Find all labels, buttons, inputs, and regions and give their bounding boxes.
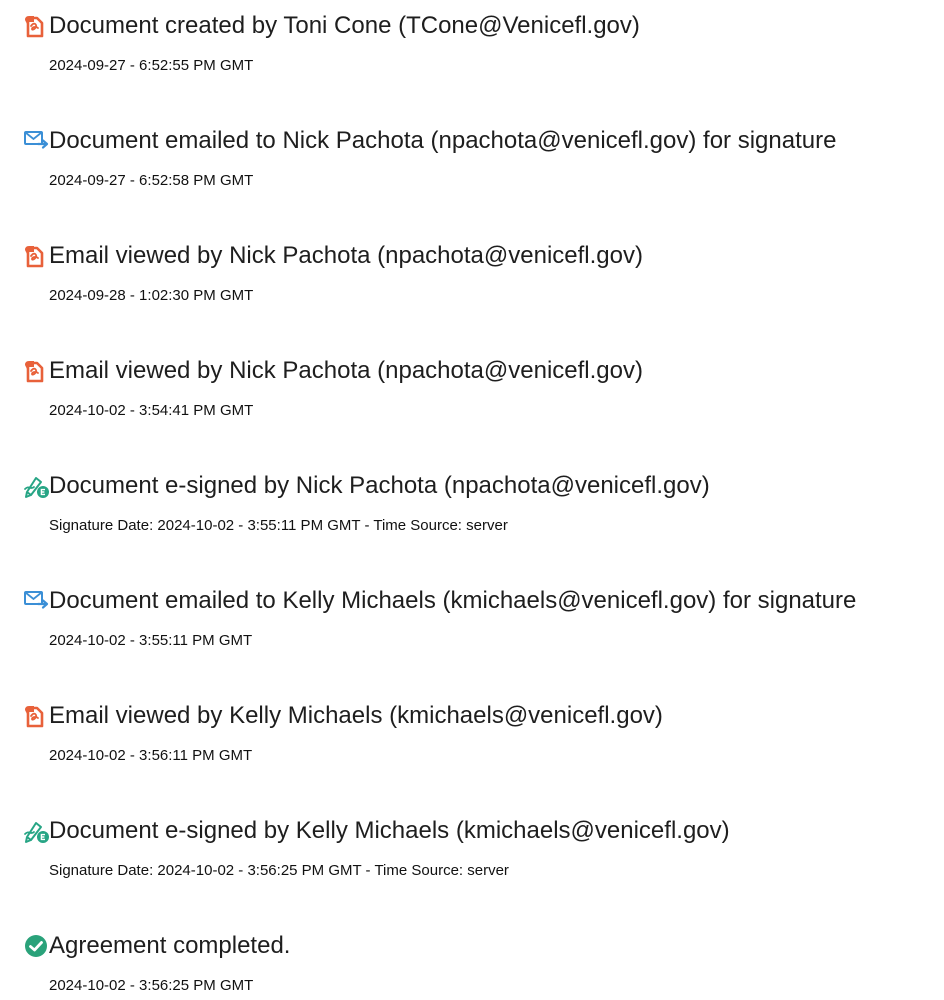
document-icon xyxy=(22,357,50,385)
history-event: Document emailed to Kelly Michaels (kmic… xyxy=(0,575,944,655)
event-title: Email viewed by Nick Pachota (npachota@v… xyxy=(49,242,643,269)
event-timestamp: Signature Date: 2024-10-02 - 3:55:11 PM … xyxy=(49,517,508,534)
history-event: Document e-signed by Nick Pachota (npach… xyxy=(0,460,944,540)
document-icon xyxy=(22,702,50,730)
event-title: Email viewed by Kelly Michaels (kmichael… xyxy=(49,702,663,729)
document-icon xyxy=(22,12,50,40)
sign-icon xyxy=(22,817,50,845)
history-event: Document e-signed by Kelly Michaels (kmi… xyxy=(0,805,944,885)
checkmark-icon xyxy=(22,932,50,960)
history-event: Document created by Toni Cone (TCone@Ven… xyxy=(0,0,944,80)
event-timestamp: 2024-09-27 - 6:52:58 PM GMT xyxy=(49,172,254,189)
event-title: Email viewed by Nick Pachota (npachota@v… xyxy=(49,357,643,384)
event-timestamp: 2024-09-28 - 1:02:30 PM GMT xyxy=(49,287,254,304)
history-event: Email viewed by Nick Pachota (npachota@v… xyxy=(0,345,944,425)
event-title: Agreement completed. xyxy=(49,932,291,959)
history-event: Document emailed to Nick Pachota (npacho… xyxy=(0,115,944,195)
history-event: Email viewed by Nick Pachota (npachota@v… xyxy=(0,230,944,310)
document-icon xyxy=(22,242,50,270)
email-icon xyxy=(22,127,50,155)
event-title: Document emailed to Nick Pachota (npacho… xyxy=(49,127,837,154)
history-event: Email viewed by Kelly Michaels (kmichael… xyxy=(0,690,944,770)
event-title: Document emailed to Kelly Michaels (kmic… xyxy=(49,587,857,614)
event-timestamp: 2024-10-02 - 3:55:11 PM GMT xyxy=(49,632,253,649)
history-event: Agreement completed. 2024-10-02 - 3:56:2… xyxy=(0,920,944,1000)
event-title: Document created by Toni Cone (TCone@Ven… xyxy=(49,12,640,39)
event-timestamp: Signature Date: 2024-10-02 - 3:56:25 PM … xyxy=(49,862,509,879)
event-timestamp: 2024-10-02 - 3:56:25 PM GMT xyxy=(49,977,254,994)
event-timestamp: 2024-10-02 - 3:56:11 PM GMT xyxy=(49,747,253,764)
event-title: Document e-signed by Kelly Michaels (kmi… xyxy=(49,817,730,844)
event-timestamp: 2024-10-02 - 3:54:41 PM GMT xyxy=(49,402,254,419)
email-icon xyxy=(22,587,50,615)
sign-icon xyxy=(22,472,50,500)
event-timestamp: 2024-09-27 - 6:52:55 PM GMT xyxy=(49,57,254,74)
event-title: Document e-signed by Nick Pachota (npach… xyxy=(49,472,710,499)
